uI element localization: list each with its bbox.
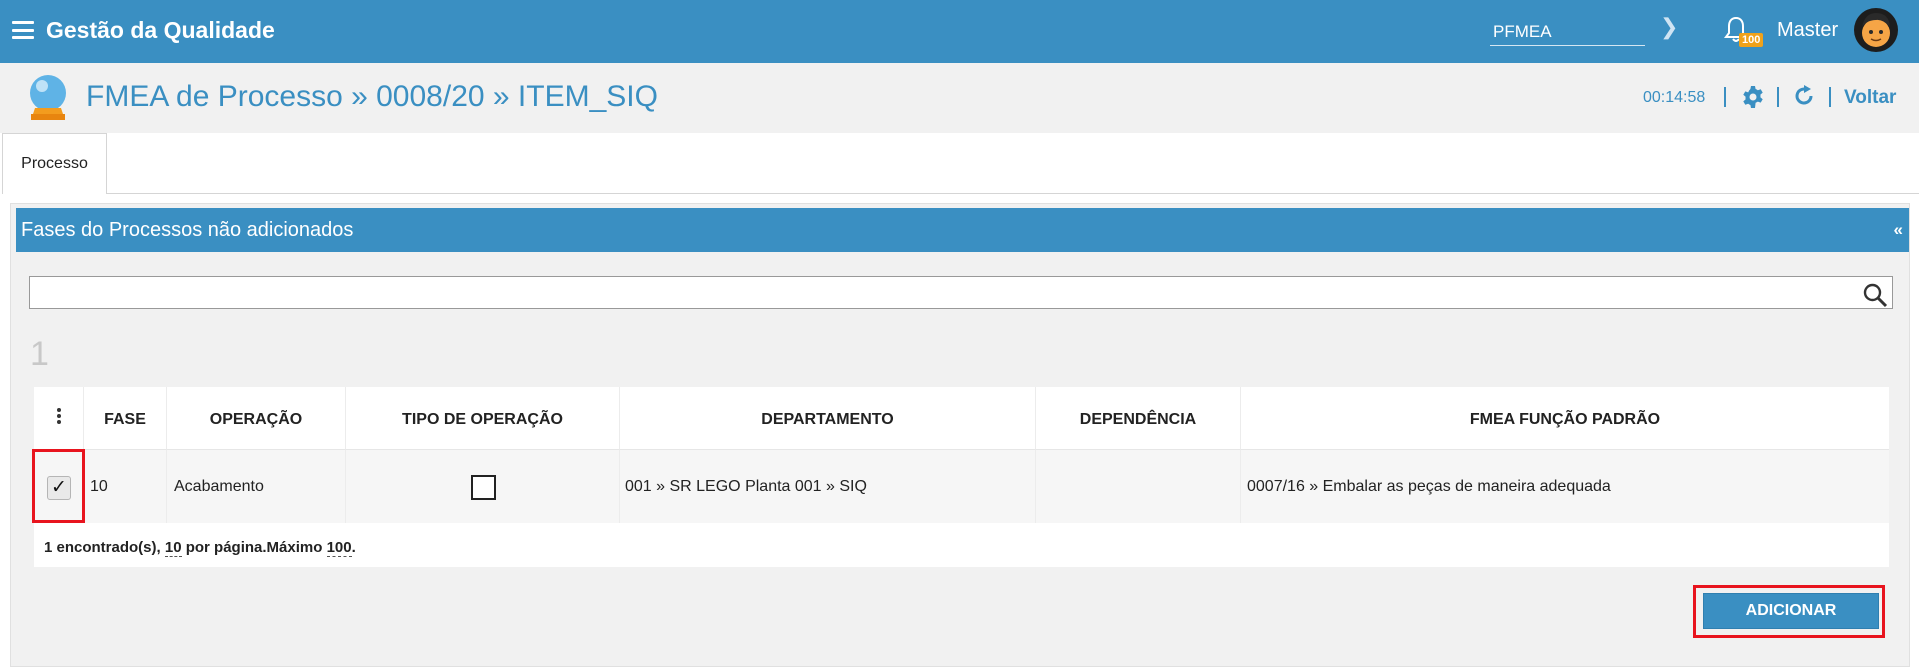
- highlight-box-add-button: [1693, 585, 1885, 638]
- per-page-selector[interactable]: 10: [164, 539, 182, 557]
- tab-divider: [106, 193, 1919, 194]
- search-icon[interactable]: [1862, 282, 1888, 308]
- found-count: 1 encontrado(s),: [44, 539, 165, 556]
- search-input[interactable]: [29, 276, 1893, 309]
- header-fase[interactable]: FASE: [84, 387, 167, 450]
- cell-operacao: Acabamento: [167, 450, 346, 523]
- notification-badge: 100: [1739, 33, 1764, 47]
- cell-fmea-funcao: 0007/16 » Embalar as peças de maneira ad…: [1241, 450, 1889, 523]
- page-title: FMEA de Processo » 0008/20 » ITEM_SIQ: [86, 80, 658, 113]
- header-departamento[interactable]: DEPARTAMENTO: [620, 387, 1036, 450]
- divider: [1777, 87, 1779, 107]
- page-header: FMEA de Processo » 0008/20 » ITEM_SIQ 00…: [0, 63, 1919, 133]
- header-operacao[interactable]: OPERAÇÃO: [167, 387, 346, 450]
- collapse-button[interactable]: «: [1894, 220, 1903, 240]
- gear-icon[interactable]: [1741, 85, 1765, 109]
- module-search-input[interactable]: [1490, 13, 1645, 46]
- chevron-right-icon[interactable]: ❯: [1660, 14, 1678, 40]
- per-page-suffix: por página.Máximo: [181, 539, 327, 556]
- avatar[interactable]: [1853, 7, 1899, 53]
- user-name[interactable]: Master: [1777, 19, 1838, 42]
- session-timer: 00:14:58: [1643, 89, 1706, 106]
- page-number: 1: [30, 335, 49, 373]
- top-bar: Gestão da Qualidade ❯ 100 Master: [0, 0, 1919, 63]
- panel-title: Fases do Processos não adicionados: [21, 219, 354, 241]
- kebab-menu-icon[interactable]: [56, 408, 61, 426]
- column-menu-header[interactable]: [34, 387, 84, 450]
- tipo-operacao-checkbox[interactable]: [471, 475, 496, 500]
- panel-header: Fases do Processos não adicionados «: [16, 208, 1909, 252]
- back-link[interactable]: Voltar: [1844, 87, 1896, 109]
- data-table: FASE OPERAÇÃO TIPO DE OPERAÇÃO DEPARTAME…: [34, 387, 1889, 567]
- cell-dependencia: [1036, 450, 1241, 523]
- pagination-info: 1 encontrado(s), 10 por página.Máximo 10…: [44, 539, 356, 557]
- tab-processo[interactable]: Processo: [2, 133, 107, 194]
- max-selector[interactable]: 100: [326, 539, 352, 557]
- crystal-ball-icon: [30, 75, 66, 120]
- divider: [1724, 87, 1726, 107]
- highlight-box-checkbox: [32, 449, 85, 523]
- divider: [1829, 87, 1831, 107]
- cell-fase: 10: [84, 450, 167, 523]
- footer-end: .: [351, 539, 356, 556]
- menu-icon[interactable]: [12, 21, 34, 39]
- header-dependencia[interactable]: DEPENDÊNCIA: [1036, 387, 1241, 450]
- cell-departamento: 001 » SR LEGO Planta 001 » SIQ: [620, 450, 1036, 523]
- header-tipo-operacao[interactable]: TIPO DE OPERAÇÃO: [346, 387, 620, 450]
- refresh-icon[interactable]: [1792, 84, 1816, 108]
- app-title: Gestão da Qualidade: [46, 17, 275, 43]
- header-fmea-funcao[interactable]: FMEA FUNÇÃO PADRÃO: [1241, 387, 1889, 450]
